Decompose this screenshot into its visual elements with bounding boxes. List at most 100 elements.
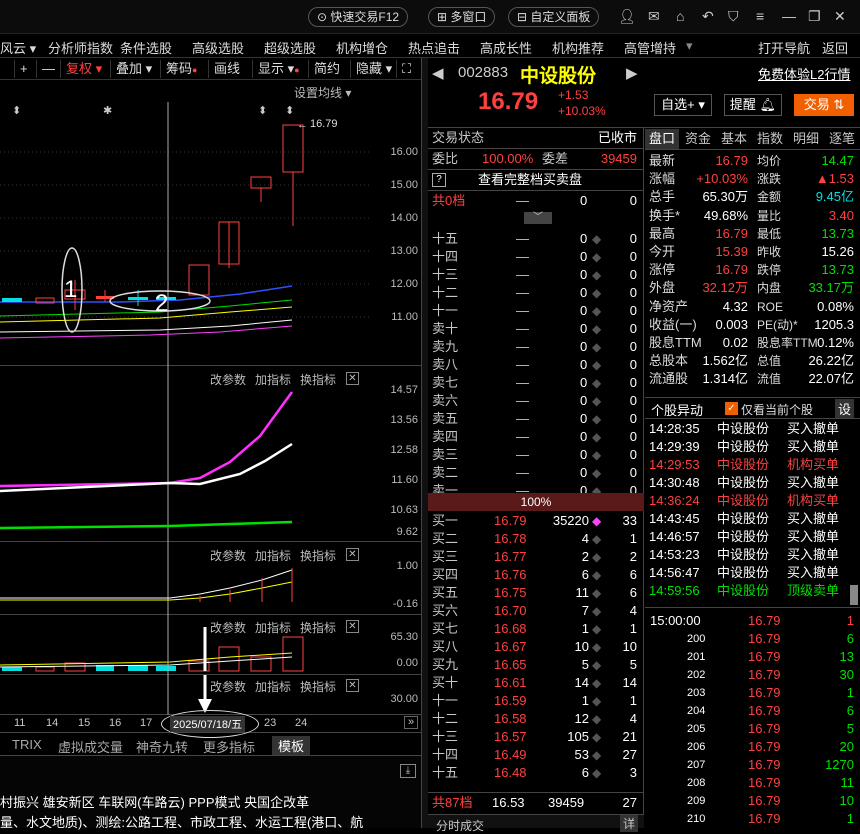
x-axis-label: 11 bbox=[14, 717, 26, 729]
home-icon[interactable]: ⌂ bbox=[676, 8, 684, 24]
order-book: 交易状态 已收市 委比 100.00% 委差 39459 ? 查看完整档买卖盘 … bbox=[428, 128, 644, 833]
ask-volume: 0 bbox=[580, 447, 588, 462]
indicator-2-chart bbox=[0, 542, 293, 615]
next-stock-icon[interactable]: ▶ bbox=[626, 64, 638, 82]
hide-button[interactable]: 隐藏 ▾ bbox=[350, 60, 397, 78]
chart-toolbar: + — 复权 ▾ 叠加 ▾ 筹码● 画线 显示 ▾● 简约 隐藏 ▾ ⛶ bbox=[0, 58, 421, 80]
events-settings-button[interactable]: 设 bbox=[835, 399, 855, 418]
menu-item-high-growth[interactable]: 高成长性 bbox=[480, 38, 532, 57]
menu-item-condition-select[interactable]: 条件选股 bbox=[120, 38, 172, 57]
indicator-panel-3[interactable]: 改参数 加指标 换指标 ✕ 65.30 0.00 bbox=[0, 615, 421, 675]
quick-trade-button[interactable]: ⊙ 快速交易F12 bbox=[308, 7, 409, 27]
bid-level-label: 买九 bbox=[432, 657, 459, 672]
tab-tick-by-tick[interactable]: 逐笔 bbox=[825, 129, 859, 149]
open-nav-button[interactable]: 打开导航 bbox=[758, 38, 810, 57]
restore-rights-button[interactable]: 复权 ▾ bbox=[60, 60, 107, 78]
menu-item-hotspot[interactable]: 热点追击 bbox=[408, 38, 460, 57]
event-type: 买入撤单 bbox=[787, 529, 840, 544]
tab-more-indicators[interactable]: 更多指标 bbox=[203, 737, 255, 756]
zoom-out-button[interactable]: — bbox=[36, 60, 60, 78]
ask-volume: 0 bbox=[580, 465, 588, 480]
menu-icon[interactable]: ≡ bbox=[756, 8, 764, 24]
restore-icon[interactable]: ❐ bbox=[808, 8, 821, 25]
ask-count: 0 bbox=[629, 249, 637, 264]
overlay-button[interactable]: 叠加 ▾ bbox=[110, 60, 157, 78]
simple-button[interactable]: 简约 bbox=[308, 60, 345, 78]
scroll-right-icon[interactable]: » bbox=[404, 716, 418, 729]
quote-label: 股息率TTM bbox=[757, 336, 818, 350]
menu-more-icon[interactable]: ▾ bbox=[686, 38, 693, 54]
indicator-panel-2[interactable]: 改参数 加指标 换指标 ✕ 1.00 -0.16 bbox=[0, 542, 421, 615]
trade-button[interactable]: 交易 ⇅ bbox=[794, 94, 854, 116]
volume-chart bbox=[0, 615, 304, 675]
news-tags: 村振兴 雄安新区 车联网(车路云) PPP模式 央国企改革 bbox=[0, 795, 310, 810]
event-stock[interactable]: 中设股份 bbox=[717, 528, 769, 546]
l2-trial-link[interactable]: 免费体验L2行情 bbox=[758, 64, 850, 83]
download-icon[interactable]: ⤓ bbox=[400, 764, 416, 778]
prev-stock-icon[interactable]: ◀ bbox=[432, 64, 444, 82]
events-scrollbar[interactable] bbox=[850, 585, 858, 605]
tab-template[interactable]: 模板 bbox=[272, 736, 311, 755]
help-icon[interactable]: ? bbox=[432, 173, 446, 187]
event-stock[interactable]: 中设股份 bbox=[717, 420, 769, 438]
menu-item-analyst-index[interactable]: 分析师指数 bbox=[48, 38, 113, 57]
stock-code: 002883 bbox=[458, 64, 509, 81]
event-stock[interactable]: 中设股份 bbox=[717, 510, 769, 528]
multi-window-button[interactable]: ⊞ 多窗口 bbox=[428, 7, 496, 27]
tab-index[interactable]: 指数 bbox=[753, 129, 787, 149]
indicator-panel-4[interactable]: 改参数 加指标 换指标 ✕ 30.00 bbox=[0, 675, 421, 715]
alert-button[interactable]: 提醒 🔔︎ bbox=[724, 94, 782, 116]
top-bar: ⊙ 快速交易F12 ⊞ 多窗口 ⊟ 自定义面板 👤︎ ✉ ⌂ ↶ ⛉ ≡ — ❐… bbox=[0, 0, 860, 34]
shirt-icon[interactable]: ⛉ bbox=[728, 8, 739, 25]
event-stock[interactable]: 中设股份 bbox=[717, 474, 769, 492]
quote-value: 3.40 bbox=[828, 207, 854, 223]
tab-virtual-volume[interactable]: 虚拟成交量 bbox=[58, 737, 123, 756]
tab-basics[interactable]: 基本 bbox=[717, 129, 751, 149]
only-current-checkbox[interactable]: ✓ bbox=[725, 402, 738, 415]
menu-item-super-select[interactable]: 超级选股 bbox=[264, 38, 316, 57]
event-stock[interactable]: 中设股份 bbox=[717, 456, 769, 474]
tick-index: 205 bbox=[687, 723, 706, 735]
menu-item-institution-increase[interactable]: 机构增仓 bbox=[336, 38, 388, 57]
quote-value: 32.12万 bbox=[702, 280, 748, 296]
add-watchlist-button[interactable]: 自选+ ▾ bbox=[654, 94, 712, 116]
display-button[interactable]: 显示 ▾● bbox=[252, 60, 305, 78]
tab-details[interactable]: 明细 bbox=[789, 129, 823, 149]
event-stock[interactable]: 中设股份 bbox=[717, 492, 769, 510]
menu-item-fengyun[interactable]: 风云 ▾ bbox=[0, 38, 36, 57]
diamond-icon: ◆ bbox=[592, 730, 602, 744]
tab-order-book[interactable]: 盘口 bbox=[645, 129, 679, 149]
ind2-axis-label: 1.00 bbox=[396, 560, 418, 572]
indicator-panel-1[interactable]: 改参数 加指标 换指标 ✕ 14.57 13.56 12.58 11.60 10… bbox=[0, 366, 421, 542]
ask-volume: 0 bbox=[580, 393, 588, 408]
undo-icon[interactable]: ↶ bbox=[702, 8, 714, 25]
user-icon[interactable]: 👤︎ bbox=[618, 8, 636, 25]
view-full-book-link[interactable]: 查看完整档买卖盘 bbox=[478, 171, 582, 189]
event-stock[interactable]: 中设股份 bbox=[717, 582, 769, 600]
quote-value: 9.45亿 bbox=[815, 189, 854, 205]
kline-panel[interactable]: 设置均线 ▾ 16.00 15.00 14.00 13.00 12.00 11.… bbox=[0, 80, 421, 366]
minimize-icon[interactable]: — bbox=[782, 8, 796, 24]
tab-funds[interactable]: 资金 bbox=[681, 129, 715, 149]
menu-item-exec-increase[interactable]: 高管增持 bbox=[624, 38, 676, 57]
fullscreen-icon[interactable]: ⛶ bbox=[396, 60, 416, 78]
mail-icon[interactable]: ✉ bbox=[648, 8, 660, 25]
splitter[interactable] bbox=[421, 58, 428, 828]
draw-line-button[interactable]: 画线 bbox=[208, 60, 245, 78]
collapse-icon[interactable]: ﹀ bbox=[524, 212, 552, 224]
menu-item-advanced-select[interactable]: 高级选股 bbox=[192, 38, 244, 57]
tick-detail-button[interactable]: 详 bbox=[619, 815, 638, 832]
back-button[interactable]: 返回 bbox=[822, 38, 848, 57]
custom-panel-button[interactable]: ⊟ 自定义面板 bbox=[508, 7, 600, 27]
chips-button[interactable]: 筹码● bbox=[160, 60, 202, 78]
menu-item-institution-recommend[interactable]: 机构推荐 bbox=[552, 38, 604, 57]
zoom-in-button[interactable]: + bbox=[14, 60, 33, 78]
tab-trix[interactable]: TRIX bbox=[12, 737, 42, 752]
event-stock[interactable]: 中设股份 bbox=[717, 564, 769, 582]
bid-level-label: 买八 bbox=[432, 639, 459, 654]
event-stock[interactable]: 中设股份 bbox=[717, 438, 769, 456]
ask-total-vol: 0 bbox=[580, 193, 588, 208]
close-icon[interactable]: ✕ bbox=[834, 8, 846, 25]
tab-magic-nine[interactable]: 神奇九转 bbox=[136, 737, 188, 756]
event-stock[interactable]: 中设股份 bbox=[717, 546, 769, 564]
